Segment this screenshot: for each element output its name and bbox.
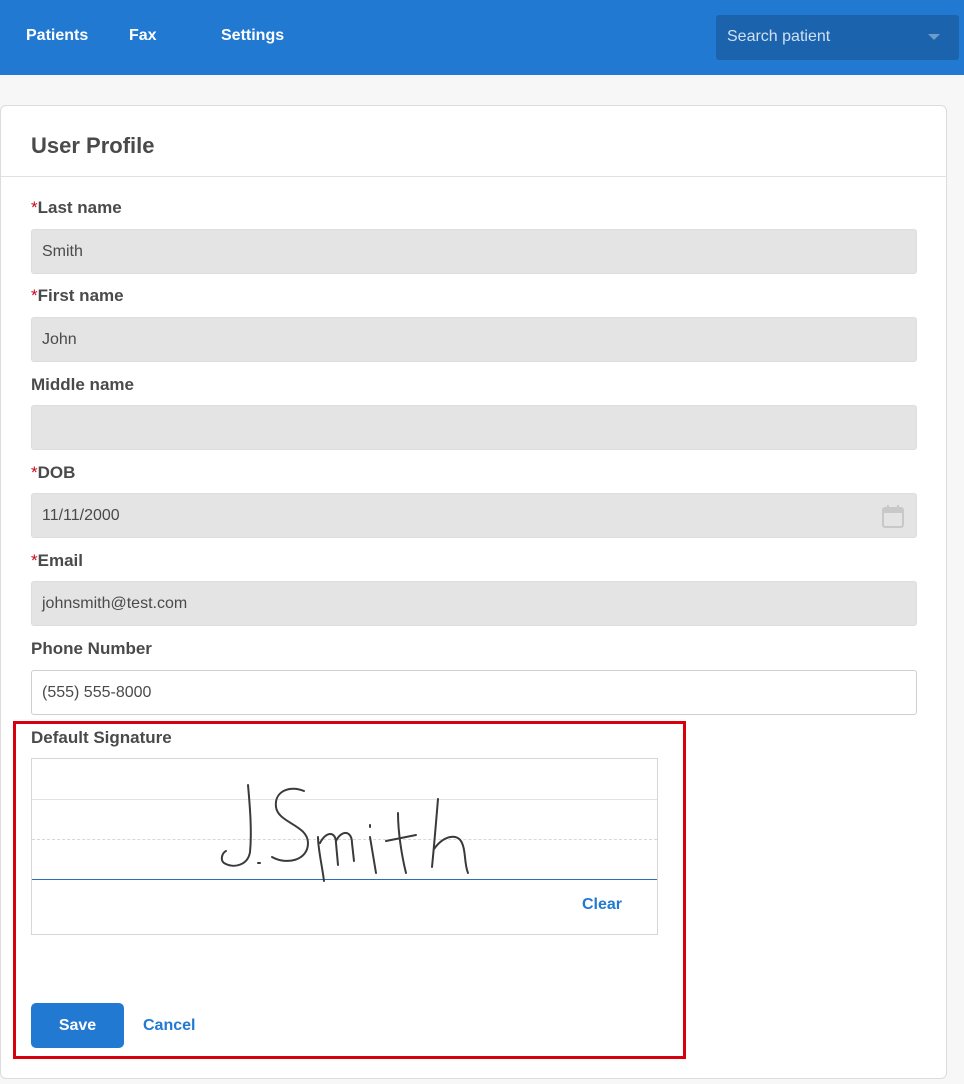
clear-signature-link[interactable]: Clear <box>582 895 622 915</box>
search-placeholder: Search patient <box>727 28 831 45</box>
required-mark: * <box>31 463 38 482</box>
required-mark: * <box>31 551 38 570</box>
required-mark: * <box>31 198 38 217</box>
phone-field[interactable]: (555) 555-8000 <box>31 670 917 715</box>
signature-pad[interactable]: Clear <box>31 758 658 935</box>
nav-patients[interactable]: Patients <box>26 26 88 46</box>
phone-label: Phone Number <box>31 639 152 658</box>
phone-value: (555) 555-8000 <box>42 684 152 701</box>
email-field[interactable]: johnsmith@test.com <box>31 581 917 626</box>
signature-drawing <box>220 784 469 882</box>
top-navbar: Patients Fax Settings Search patient <box>0 0 964 75</box>
signature-label: Default Signature <box>31 728 172 747</box>
last-name-label: *Last name <box>31 198 122 217</box>
first-name-label: *First name <box>31 286 124 305</box>
nav-fax[interactable]: Fax <box>129 26 157 46</box>
dob-value: 11/11/2000 <box>42 507 120 524</box>
save-button[interactable]: Save <box>31 1003 124 1048</box>
middle-name-label: Middle name <box>31 375 134 394</box>
patient-search-select[interactable]: Search patient <box>716 15 959 60</box>
header-divider <box>1 176 946 177</box>
last-name-field[interactable]: Smith <box>31 229 917 274</box>
calendar-icon[interactable] <box>882 504 904 528</box>
user-profile-card: User Profile *Last name Smith *First nam… <box>0 105 947 1079</box>
dob-label: *DOB <box>31 463 76 482</box>
last-name-value: Smith <box>42 243 83 260</box>
cancel-button[interactable]: Cancel <box>143 1016 195 1036</box>
page-title: User Profile <box>31 133 155 158</box>
middle-name-field[interactable] <box>31 405 917 450</box>
email-value: johnsmith@test.com <box>42 595 188 612</box>
required-mark: * <box>31 286 38 305</box>
first-name-value: John <box>42 331 77 348</box>
dob-field[interactable]: 11/11/2000 <box>31 493 917 538</box>
first-name-field[interactable]: John <box>31 317 917 362</box>
email-label: *Email <box>31 551 83 570</box>
chevron-down-icon[interactable] <box>928 34 940 40</box>
nav-settings[interactable]: Settings <box>221 26 284 46</box>
